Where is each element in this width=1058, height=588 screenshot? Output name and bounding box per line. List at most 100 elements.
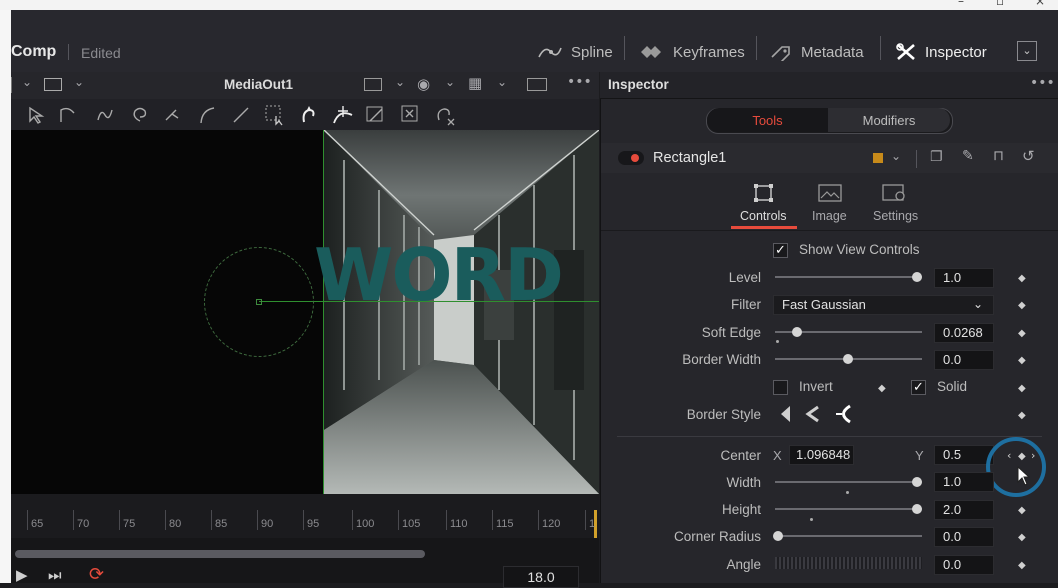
delete-point-icon[interactable] bbox=[400, 104, 420, 124]
next-keyframe-icon[interactable]: › bbox=[1031, 449, 1035, 462]
keyframe-diamond-icon[interactable]: ◆ bbox=[1018, 328, 1026, 339]
inspector-button[interactable]: Inspector bbox=[895, 40, 987, 64]
aspect-icon[interactable] bbox=[527, 78, 547, 91]
invert-checkbox[interactable] bbox=[773, 380, 788, 395]
tab-settings[interactable]: Settings bbox=[873, 209, 918, 223]
angle-field[interactable]: 0.0 bbox=[934, 555, 994, 575]
panel-options-icon[interactable]: ⌄ bbox=[1017, 41, 1037, 61]
spline-button[interactable]: Spline bbox=[537, 40, 613, 64]
pen-tool-icon[interactable] bbox=[163, 105, 183, 125]
angle-thumbwheel[interactable] bbox=[775, 557, 922, 569]
minimize-icon[interactable]: – bbox=[958, 0, 964, 8]
soft-edge-field[interactable]: 0.0268 bbox=[934, 323, 994, 343]
level-slider-knob[interactable] bbox=[912, 272, 922, 282]
close-icon[interactable]: × bbox=[1035, 0, 1045, 8]
center-handle[interactable] bbox=[256, 299, 262, 305]
keyframe-diamond-icon[interactable]: ◆ bbox=[1018, 505, 1026, 516]
border-width-field[interactable]: 0.0 bbox=[934, 350, 994, 370]
corner-radius-field[interactable]: 0.0 bbox=[934, 527, 994, 547]
keyframe-diamond-icon[interactable]: ◆ bbox=[878, 383, 886, 394]
keyframe-diamond-icon[interactable]: ◆ bbox=[1018, 273, 1026, 284]
timeline-ruler[interactable] bbox=[11, 494, 599, 538]
smooth-tool-icon[interactable] bbox=[299, 104, 319, 126]
reset-icon[interactable]: ↺ bbox=[1022, 147, 1035, 165]
select-tool-icon[interactable] bbox=[27, 105, 47, 125]
center-x-field[interactable]: 1.096848 bbox=[789, 445, 854, 465]
app-title: Comp bbox=[11, 43, 57, 60]
filter-dropdown[interactable]: Fast Gaussian ⌄ bbox=[773, 295, 994, 315]
line-tool-icon[interactable] bbox=[231, 105, 251, 125]
pin-icon[interactable]: ✎ bbox=[962, 148, 974, 164]
restore-icon[interactable]: ▫ bbox=[996, 0, 1004, 8]
reset-shape-icon[interactable] bbox=[434, 104, 456, 126]
bspline-tool-icon[interactable] bbox=[95, 105, 115, 125]
angle-label: Angle bbox=[726, 557, 761, 572]
color-channel-icon[interactable]: ◉ bbox=[417, 75, 430, 93]
border-style-miter-icon[interactable] bbox=[805, 404, 821, 424]
timeline-scrollbar[interactable] bbox=[15, 550, 425, 558]
keyframe-diamond-icon[interactable]: ◆ bbox=[1018, 451, 1026, 462]
chevron-down-icon[interactable]: ⌄ bbox=[445, 75, 455, 89]
timeline-tick-label: 1 bbox=[589, 518, 596, 530]
keyframes-button[interactable]: Keyframes bbox=[637, 40, 745, 64]
keyframe-diamond-icon[interactable]: ◆ bbox=[1018, 383, 1026, 394]
view-layout-icon[interactable] bbox=[44, 78, 62, 91]
keyframe-diamond-icon[interactable]: ◆ bbox=[1018, 532, 1026, 543]
keyframe-diamond-icon[interactable]: ◆ bbox=[1018, 355, 1026, 366]
corner-radius-slider[interactable] bbox=[775, 535, 922, 537]
solid-checkbox[interactable]: ✓ bbox=[911, 380, 926, 395]
height-slider-knob[interactable] bbox=[912, 504, 922, 514]
prev-keyframe-icon[interactable]: ‹ bbox=[1007, 449, 1011, 462]
timeline-tick-label: 115 bbox=[496, 518, 514, 530]
border-style-round-icon[interactable] bbox=[833, 403, 855, 425]
lock-icon[interactable]: ⊓ bbox=[993, 148, 1004, 164]
corner-tool-icon[interactable] bbox=[331, 103, 355, 127]
border-width-slider-knob[interactable] bbox=[843, 354, 853, 364]
polyline-tool-icon[interactable] bbox=[58, 105, 78, 125]
inspector-options-icon[interactable]: ••• bbox=[1030, 75, 1055, 91]
chevron-down-icon[interactable]: ⌄ bbox=[22, 75, 32, 89]
transform-tool-icon[interactable] bbox=[365, 104, 387, 126]
tab-modifiers[interactable]: Modifiers bbox=[828, 108, 950, 132]
roi-icon[interactable] bbox=[364, 78, 382, 91]
viewer-canvas[interactable]: WORD bbox=[11, 130, 599, 494]
border-style-bevel-icon[interactable] bbox=[778, 404, 794, 424]
loop-icon[interactable]: ⟳ bbox=[89, 564, 104, 585]
current-frame-field[interactable]: 18.0 bbox=[503, 566, 579, 588]
versions-icon[interactable]: ❐ bbox=[930, 149, 943, 165]
keyframe-diamond-icon[interactable]: ◆ bbox=[1018, 300, 1026, 311]
height-field[interactable]: 2.0 bbox=[934, 500, 994, 520]
metadata-button[interactable]: Metadata bbox=[769, 40, 864, 64]
node-color-swatch[interactable] bbox=[873, 153, 883, 163]
soft-edge-slider-knob[interactable] bbox=[792, 327, 802, 337]
node-enable-toggle[interactable] bbox=[618, 151, 644, 165]
chevron-down-icon[interactable]: ⌄ bbox=[395, 75, 405, 89]
chevron-down-icon[interactable]: ⌄ bbox=[74, 75, 84, 89]
chevron-down-icon[interactable]: ⌄ bbox=[891, 149, 901, 163]
chevron-down-icon[interactable]: ⌄ bbox=[497, 75, 507, 89]
tab-tools[interactable]: Tools bbox=[707, 108, 828, 132]
lasso-tool-icon[interactable] bbox=[130, 105, 150, 125]
center-y-field[interactable]: 0.5 bbox=[934, 445, 994, 465]
tab-image[interactable]: Image bbox=[812, 209, 847, 223]
viewer-title: MediaOut1 bbox=[224, 77, 294, 92]
tab-controls[interactable]: Controls bbox=[740, 209, 787, 223]
level-field[interactable]: 1.0 bbox=[934, 268, 994, 288]
level-slider[interactable] bbox=[775, 276, 922, 278]
more-options-icon[interactable]: ••• bbox=[567, 74, 592, 90]
width-slider-knob[interactable] bbox=[912, 477, 922, 487]
keyframe-diamond-icon[interactable]: ◆ bbox=[1018, 410, 1026, 421]
height-slider[interactable] bbox=[775, 508, 922, 510]
viewer-header: ⌄ ⌄ MediaOut1 ⌄ ◉ ⌄ ▦ ⌄ ••• bbox=[11, 72, 599, 100]
grid-icon[interactable]: ▦ bbox=[468, 74, 482, 92]
keyframe-diamond-icon[interactable]: ◆ bbox=[1018, 560, 1026, 571]
show-view-controls-checkbox[interactable]: ✓ bbox=[773, 243, 788, 258]
curve-tool-icon[interactable] bbox=[198, 105, 218, 125]
box-select-icon[interactable] bbox=[264, 104, 286, 126]
width-slider[interactable] bbox=[775, 481, 922, 483]
width-field[interactable]: 1.0 bbox=[934, 472, 994, 492]
skip-end-icon[interactable]: ⏭ bbox=[48, 566, 62, 584]
play-icon[interactable]: ▶ bbox=[16, 566, 28, 584]
toolbar-separator bbox=[880, 36, 881, 60]
corner-radius-slider-knob[interactable] bbox=[773, 531, 783, 541]
